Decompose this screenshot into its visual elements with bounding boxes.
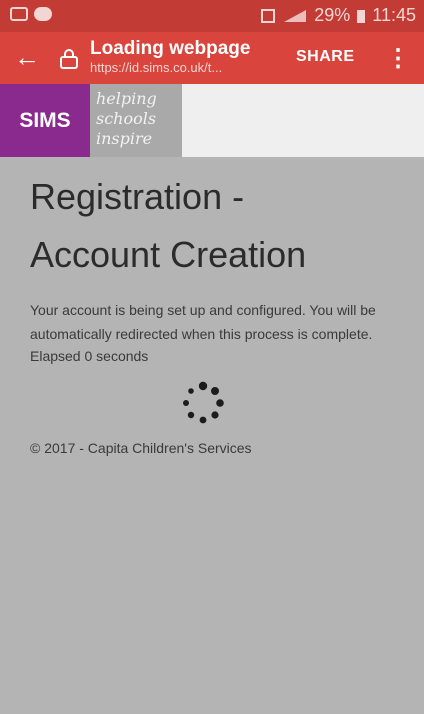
- slogan-line: inspire: [96, 129, 153, 148]
- setup-message: Your account is being set up and configu…: [30, 302, 376, 342]
- battery-percent: 29%: [314, 5, 351, 25]
- footer-copyright: © 2017 - Capita Children's Services: [30, 440, 252, 456]
- lock-icon[interactable]: [58, 47, 80, 69]
- alarm-icon: [261, 8, 276, 23]
- spinner-dot: [198, 381, 208, 391]
- slogan: helping schools inspire: [90, 84, 182, 157]
- page-title-line: Account Creation: [30, 234, 307, 275]
- spinner-dot: [216, 399, 224, 407]
- page-url[interactable]: https://id.sims.co.uk/t...: [90, 60, 222, 75]
- spinner-dot: [183, 400, 189, 406]
- loading-spinner-icon: [183, 381, 224, 424]
- spinner-dot: [211, 411, 219, 419]
- page-loading-title: Loading webpage: [90, 38, 251, 59]
- clock: 11:45: [372, 5, 416, 25]
- share-button[interactable]: SHARE: [296, 48, 355, 66]
- browser-toolbar: ← Loading webpage https://id.sims.co.uk/…: [0, 32, 424, 84]
- signal-icon: [284, 9, 307, 22]
- slogan-line: helping: [96, 89, 157, 108]
- more-menu-icon[interactable]: ⋮: [386, 44, 410, 73]
- notification-icon: [10, 7, 28, 21]
- main-content: Registration - Account Creation Your acc…: [30, 160, 400, 366]
- battery-icon: [357, 9, 366, 23]
- slogan-line: schools: [96, 109, 157, 128]
- spinner-dot: [199, 416, 207, 424]
- notification-icon: [34, 7, 52, 21]
- spinner-dot: [188, 388, 194, 394]
- spinner-dot: [211, 387, 219, 395]
- spinner-dot: [187, 411, 195, 419]
- status-bar: 29% 11:45: [0, 0, 424, 32]
- elapsed-time: Elapsed 0 seconds: [30, 348, 149, 364]
- page-title: Registration - Account Creation: [30, 168, 400, 284]
- page-title-line: Registration -: [30, 176, 245, 217]
- site-banner: SIMS helping schools inspire: [0, 84, 424, 157]
- back-arrow-icon[interactable]: ←: [14, 42, 40, 72]
- sims-logo[interactable]: SIMS: [0, 84, 90, 157]
